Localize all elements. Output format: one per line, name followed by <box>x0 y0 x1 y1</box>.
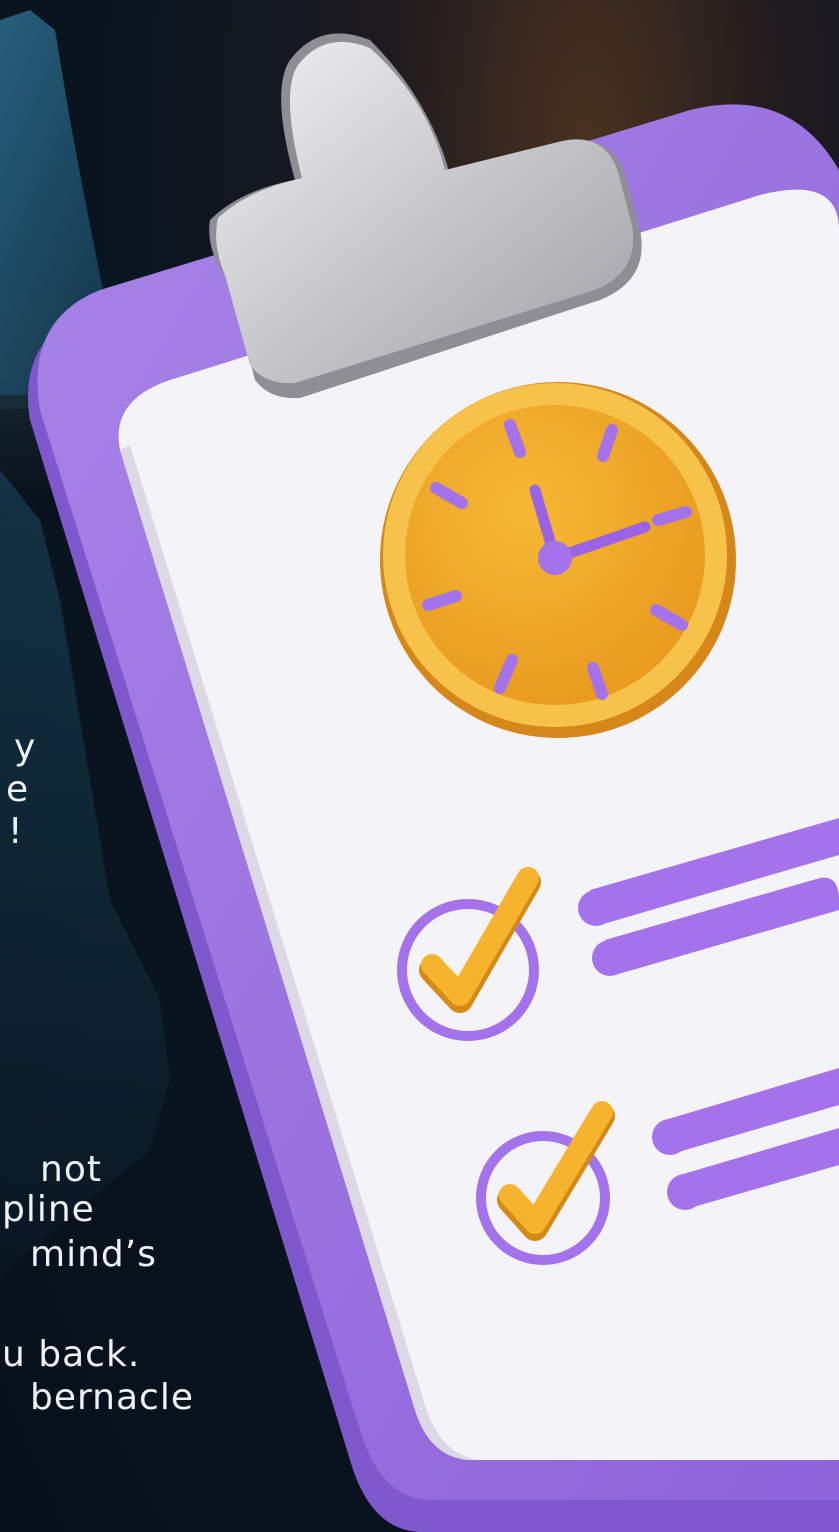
clipboard-illustration <box>27 33 839 1532</box>
clock-icon <box>380 382 736 738</box>
